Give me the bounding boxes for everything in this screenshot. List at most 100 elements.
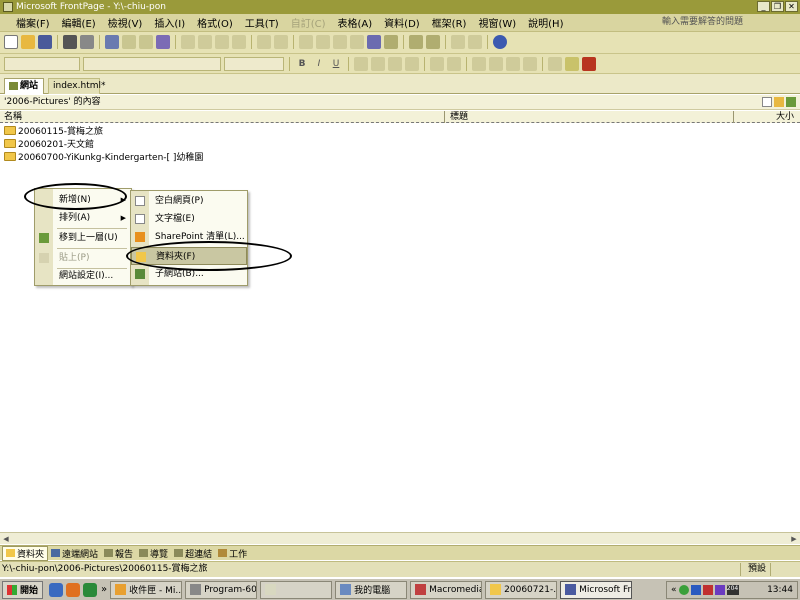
show-all-icon[interactable]: [451, 35, 465, 49]
view-tasks-button[interactable]: 工作: [215, 547, 250, 560]
menu-format[interactable]: 格式(O): [191, 15, 239, 30]
menu-tools[interactable]: 工具(T): [239, 15, 285, 30]
new-page-icon[interactable]: [762, 97, 772, 107]
close-button[interactable]: ✕: [785, 1, 798, 12]
column-size[interactable]: 大小: [776, 111, 794, 123]
menu-item-paste[interactable]: 貼上(P): [35, 249, 131, 267]
format-painter-icon[interactable]: [232, 35, 246, 49]
search-icon[interactable]: [63, 35, 77, 49]
undo-icon[interactable]: [257, 35, 271, 49]
menu-data[interactable]: 資料(D): [378, 15, 426, 30]
column-divider[interactable]: [444, 111, 445, 123]
preview-icon[interactable]: [105, 35, 119, 49]
insert-table-icon[interactable]: [139, 35, 153, 49]
column-name[interactable]: 名稱: [4, 111, 22, 123]
help-question-input[interactable]: 輸入需要解答的問題: [660, 16, 788, 29]
copy-icon[interactable]: [198, 35, 212, 49]
tray-badge[interactable]: 204: [726, 585, 739, 595]
bold-button[interactable]: B: [295, 57, 309, 71]
web-component-icon[interactable]: [316, 35, 330, 49]
cut-icon[interactable]: [181, 35, 195, 49]
menu-item-up-one-level[interactable]: 移到上一層(U): [35, 229, 131, 247]
task-button-media[interactable]: [260, 580, 333, 599]
view-navigation-button[interactable]: 導覽: [136, 547, 171, 560]
task-button-macromedia[interactable]: Macromedia...: [410, 580, 483, 599]
borders-icon[interactable]: [548, 57, 562, 71]
tab-website[interactable]: 網站: [4, 78, 44, 94]
tray-expand-icon[interactable]: «: [671, 585, 677, 595]
menu-item-arrange[interactable]: 排列(A) ▶: [35, 209, 131, 227]
menu-table[interactable]: 表格(A): [332, 15, 379, 30]
frontpage-app-icon[interactable]: [3, 2, 13, 12]
help-icon[interactable]: [493, 35, 507, 49]
paste-icon[interactable]: [215, 35, 229, 49]
horizontal-scrollbar[interactable]: ◀ ▶: [0, 532, 800, 544]
restore-button[interactable]: ❐: [771, 1, 784, 12]
column-divider[interactable]: [733, 111, 734, 123]
task-button-frontpage[interactable]: Microsoft Fr...: [560, 580, 633, 599]
increase-indent-icon[interactable]: [523, 57, 537, 71]
spelling-icon[interactable]: [156, 35, 170, 49]
task-button-inbox[interactable]: 收件匣 - Mi...: [110, 580, 183, 599]
firefox-icon[interactable]: [66, 582, 81, 597]
drawing-icon[interactable]: [367, 35, 381, 49]
menu-view[interactable]: 檢視(V): [102, 15, 149, 30]
align-right-icon[interactable]: [388, 57, 402, 71]
align-center-icon[interactable]: [371, 57, 385, 71]
view-folders-button[interactable]: 資料夾: [2, 545, 49, 561]
redo-icon[interactable]: [274, 35, 288, 49]
menu-help[interactable]: 說明(H): [522, 15, 569, 30]
task-button-folder[interactable]: 20060721-...: [485, 580, 558, 599]
font-size-dropdown[interactable]: [224, 57, 284, 71]
insert-layer-icon[interactable]: [299, 35, 313, 49]
quick-launch-icon[interactable]: [83, 582, 98, 597]
menu-item-site-settings[interactable]: 網站設定(I)...: [35, 267, 131, 285]
print-icon[interactable]: [80, 35, 94, 49]
tab-index-html[interactable]: index.html*: [48, 78, 105, 94]
style-dropdown[interactable]: [4, 57, 80, 71]
underline-button[interactable]: U: [329, 57, 343, 71]
volume-icon[interactable]: [690, 585, 701, 595]
column-title[interactable]: 標題: [450, 111, 468, 123]
task-button-program[interactable]: Program-60...: [185, 580, 258, 599]
view-reports-button[interactable]: 報告: [101, 547, 136, 560]
new-page-icon[interactable]: [4, 35, 18, 49]
bullets-icon[interactable]: [489, 57, 503, 71]
network-icon[interactable]: [678, 585, 689, 595]
italic-button[interactable]: I: [312, 57, 326, 71]
view-remote-site-button[interactable]: 遠端網站: [48, 547, 101, 560]
menu-customize[interactable]: 自訂(C): [285, 15, 332, 30]
list-item[interactable]: 20060700-YiKunkg-Kindergarten-[ ]幼稚園: [0, 150, 800, 163]
stop-icon[interactable]: [426, 35, 440, 49]
highlight-icon[interactable]: [565, 57, 579, 71]
new-folder-icon[interactable]: [774, 97, 784, 107]
list-item[interactable]: 20060115-賞梅之旅: [0, 124, 800, 137]
quick-launch-more[interactable]: »: [101, 584, 107, 595]
open-folder-icon[interactable]: [21, 35, 35, 49]
task-button-my-computer[interactable]: 我的電腦: [335, 580, 408, 599]
menu-window[interactable]: 視窗(W): [472, 15, 522, 30]
menu-file[interactable]: 檔案(F): [10, 15, 56, 30]
align-left-icon[interactable]: [354, 57, 368, 71]
list-item[interactable]: 20060201-天文館: [0, 137, 800, 150]
menu-edit[interactable]: 編輯(E): [56, 15, 102, 30]
refresh-icon[interactable]: [409, 35, 423, 49]
messenger-icon[interactable]: [714, 585, 725, 595]
menu-insert[interactable]: 插入(I): [148, 15, 191, 30]
insert-table-grid-icon[interactable]: [333, 35, 347, 49]
start-button[interactable]: 開始: [2, 580, 44, 599]
internet-explorer-icon[interactable]: [49, 582, 64, 597]
scroll-right-icon[interactable]: ▶: [789, 534, 799, 544]
increase-font-icon[interactable]: [430, 57, 444, 71]
anchor-icon[interactable]: [468, 35, 482, 49]
antivirus-icon[interactable]: [702, 585, 713, 595]
insert-component-icon[interactable]: [122, 35, 136, 49]
menu-item-blank-page[interactable]: 空白網頁(P): [131, 192, 247, 210]
view-hyperlinks-button[interactable]: 超連結: [171, 547, 215, 560]
save-icon[interactable]: [38, 35, 52, 49]
menu-item-text-file[interactable]: 文字檔(E): [131, 210, 247, 228]
justify-icon[interactable]: [405, 57, 419, 71]
menu-frames[interactable]: 框架(R): [426, 15, 473, 30]
scroll-left-icon[interactable]: ◀: [1, 534, 11, 544]
font-dropdown[interactable]: [83, 57, 221, 71]
